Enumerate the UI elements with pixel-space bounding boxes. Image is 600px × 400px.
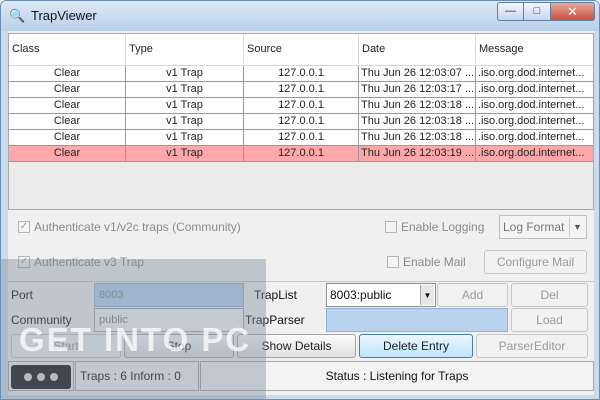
table-row[interactable]: Clear v1 Trap 127.0.0.1 Thu Jun 26 12:03… xyxy=(9,130,593,146)
show-details-button[interactable]: Show Details xyxy=(237,334,356,358)
cell-message: .iso.org.dod.internet... xyxy=(476,98,593,114)
trap-counts: Traps : 6 Inform : 0 xyxy=(75,361,199,391)
cell-type: v1 Trap xyxy=(126,66,244,82)
auth-v1v2c-label: Authenticate v1/v2c traps (Community) xyxy=(34,220,241,234)
table-row[interactable]: Clear v1 Trap 127.0.0.1 Thu Jun 26 12:03… xyxy=(9,98,593,114)
traplist-value: 8003:public xyxy=(330,288,392,302)
column-header-source[interactable]: Source xyxy=(244,34,359,66)
port-field[interactable]: 8003 xyxy=(94,283,244,307)
delete-entry-button[interactable]: Delete Entry xyxy=(359,334,473,358)
log-format-label: Log Format xyxy=(503,220,565,234)
cell-source: 127.0.0.1 xyxy=(244,130,359,146)
activity-dots-icon xyxy=(11,365,71,389)
log-format-dropdown[interactable]: Log Format ▼ xyxy=(499,215,587,239)
trap-table: Class Type Source Date Message Clear v1 … xyxy=(8,33,594,210)
community-label: Community xyxy=(11,313,72,327)
cell-class: Clear xyxy=(9,66,126,82)
enable-logging-checkbox[interactable] xyxy=(385,221,397,233)
cell-class: Clear xyxy=(9,114,126,130)
chevron-down-icon: ▼ xyxy=(569,217,585,237)
enable-mail-label: Enable Mail xyxy=(403,255,466,269)
cell-message: .iso.org.dod.internet... xyxy=(476,130,593,146)
enable-mail-checkbox[interactable] xyxy=(387,256,399,268)
column-header-date[interactable]: Date xyxy=(359,34,476,66)
cell-class: Clear xyxy=(9,98,126,114)
enable-mail-option[interactable]: Enable Mail xyxy=(387,255,466,269)
minimize-button[interactable]: — xyxy=(497,2,524,21)
column-header-type[interactable]: Type xyxy=(126,34,244,66)
auth-v3-label: Authenticate v3 Trap xyxy=(34,255,145,269)
cell-type: v1 Trap xyxy=(126,98,244,114)
enable-logging-option[interactable]: Enable Logging xyxy=(385,220,484,234)
maximize-button[interactable]: □ xyxy=(524,2,551,21)
client-area: Class Type Source Date Message Clear v1 … xyxy=(8,31,594,395)
close-icon: ✕ xyxy=(567,4,578,19)
trapparser-field[interactable] xyxy=(326,308,508,332)
stop-button[interactable]: Stop xyxy=(124,334,234,358)
auth-v1v2c-option[interactable]: ✓ Authenticate v1/v2c traps (Community) xyxy=(18,220,241,234)
maximize-icon: □ xyxy=(533,5,541,17)
table-row[interactable]: Clear v1 Trap 127.0.0.1 Thu Jun 26 12:03… xyxy=(9,66,593,82)
cell-date: Thu Jun 26 12:03:17 ... xyxy=(359,82,476,98)
window-controls: — □ ✕ xyxy=(497,2,595,22)
auth-v3-checkbox[interactable]: ✓ xyxy=(18,256,30,268)
traplist-label: TrapList xyxy=(254,288,297,302)
table-row-selected[interactable]: Clear v1 Trap 127.0.0.1 Thu Jun 26 12:03… xyxy=(9,146,593,162)
cell-message: .iso.org.dod.internet... xyxy=(476,146,593,162)
column-header-message[interactable]: Message xyxy=(476,34,593,66)
port-label: Port xyxy=(11,288,34,302)
window-title: TrapViewer xyxy=(31,8,97,23)
cell-date: Thu Jun 26 12:03:07 ... xyxy=(359,66,476,82)
trapparser-label: TrapParser xyxy=(245,313,305,327)
cell-message: .iso.org.dod.internet... xyxy=(476,66,593,82)
cell-type: v1 Trap xyxy=(126,82,244,98)
load-button[interactable]: Load xyxy=(511,308,588,332)
del-button[interactable]: Del xyxy=(511,283,588,307)
auth-v1v2c-checkbox[interactable]: ✓ xyxy=(18,221,30,233)
cell-date: Thu Jun 26 12:03:18 ... xyxy=(359,98,476,114)
cell-source: 127.0.0.1 xyxy=(244,98,359,114)
cell-class: Clear xyxy=(9,82,126,98)
table-row[interactable]: Clear v1 Trap 127.0.0.1 Thu Jun 26 12:03… xyxy=(9,114,593,130)
cell-message: .iso.org.dod.internet... xyxy=(476,114,593,130)
status-message: Status : Listening for Traps xyxy=(200,361,594,391)
traplist-combo[interactable]: 8003:public ▼ xyxy=(326,283,436,307)
cell-date: Thu Jun 26 12:03:18 ... xyxy=(359,130,476,146)
configure-mail-button[interactable]: Configure Mail xyxy=(484,250,587,274)
cell-type: v1 Trap xyxy=(126,130,244,146)
status-bar: Traps : 6 Inform : 0 Status : Listening … xyxy=(8,361,594,393)
cell-source: 127.0.0.1 xyxy=(244,82,359,98)
magnifier-icon: 🔍 xyxy=(9,8,26,23)
activity-indicator xyxy=(8,361,74,391)
title-bar[interactable]: 🔍 TrapViewer — □ ✕ xyxy=(1,1,599,31)
cell-date: Thu Jun 26 12:03:18 ... xyxy=(359,114,476,130)
cell-type: v1 Trap xyxy=(126,114,244,130)
add-button[interactable]: Add xyxy=(437,283,508,307)
minimize-icon: — xyxy=(505,5,516,17)
trapviewer-window: 🔍 TrapViewer — □ ✕ Class Type Source Dat… xyxy=(0,0,600,400)
close-button[interactable]: ✕ xyxy=(551,2,595,21)
table-row[interactable]: Clear v1 Trap 127.0.0.1 Thu Jun 26 12:03… xyxy=(9,82,593,98)
chevron-down-icon: ▼ xyxy=(420,285,434,305)
community-field[interactable]: public xyxy=(94,308,244,332)
parser-editor-button[interactable]: ParserEditor xyxy=(476,334,588,358)
start-button[interactable]: Start xyxy=(11,334,121,358)
enable-logging-label: Enable Logging xyxy=(401,220,485,234)
cell-source: 127.0.0.1 xyxy=(244,66,359,82)
divider xyxy=(8,281,594,282)
cell-date: Thu Jun 26 12:03:19 ... xyxy=(359,146,476,162)
cell-source: 127.0.0.1 xyxy=(244,146,359,162)
cell-class: Clear xyxy=(9,146,126,162)
column-header-class[interactable]: Class xyxy=(9,34,126,66)
table-header: Class Type Source Date Message xyxy=(9,34,593,66)
cell-source: 127.0.0.1 xyxy=(244,114,359,130)
cell-class: Clear xyxy=(9,130,126,146)
auth-v3-option[interactable]: ✓ Authenticate v3 Trap xyxy=(18,255,144,269)
cell-type: v1 Trap xyxy=(126,146,244,162)
cell-message: .iso.org.dod.internet... xyxy=(476,82,593,98)
